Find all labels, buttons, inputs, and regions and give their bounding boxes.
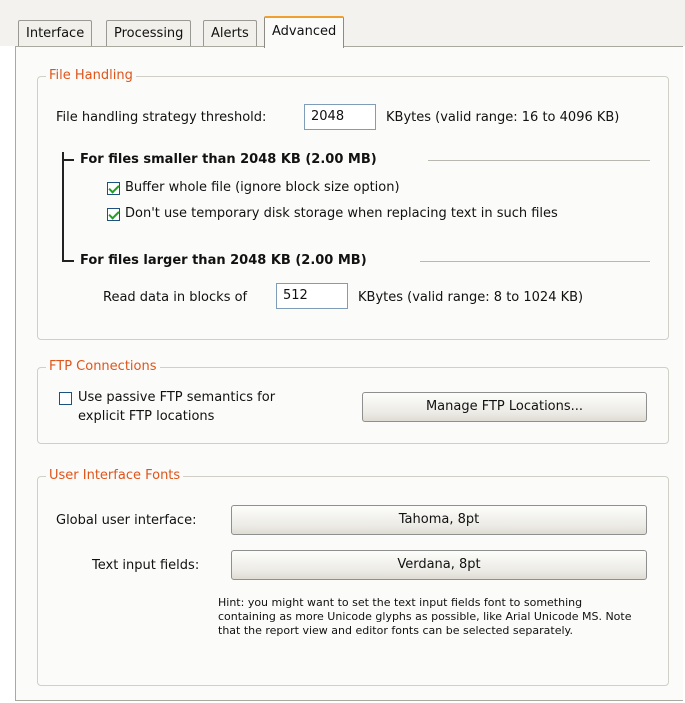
larger-files-heading: For files larger than 2048 KB (2.00 MB) [80, 253, 367, 268]
tab-processing[interactable]: Processing [106, 20, 192, 47]
threshold-input[interactable]: 2048 [304, 104, 376, 130]
bracket-tick-larger [62, 260, 74, 262]
passive-ftp-label-line1: Use passive FTP semantics for [78, 390, 276, 405]
passive-ftp-label-line2: explicit FTP locations [78, 409, 215, 424]
tab-advanced[interactable]: Advanced [264, 16, 345, 48]
threshold-label: File handling strategy threshold: [56, 110, 267, 125]
larger-heading-rule [420, 261, 650, 262]
no-temp-storage-label: Don't use temporary disk storage when re… [125, 206, 558, 221]
text-input-font-button[interactable]: Verdana, 8pt [231, 550, 647, 580]
passive-ftp-checkbox[interactable] [59, 392, 72, 405]
file-handling-title: File Handling [46, 67, 136, 85]
font-hint-text: Hint: you might want to set the text inp… [218, 596, 632, 637]
tab-alerts[interactable]: Alerts [203, 20, 257, 47]
global-ui-font-label: Global user interface: [56, 513, 197, 528]
manage-ftp-locations-button[interactable]: Manage FTP Locations... [362, 392, 647, 422]
smaller-files-heading: For files smaller than 2048 KB (2.00 MB) [80, 152, 377, 167]
buffer-whole-file-label: Buffer whole file (ignore block size opt… [125, 180, 400, 195]
bracket-tick-smaller [62, 159, 74, 161]
smaller-heading-rule [428, 160, 650, 161]
ftp-connections-title: FTP Connections [46, 358, 160, 376]
tab-interface[interactable]: Interface [18, 20, 93, 47]
buffer-whole-file-checkbox[interactable] [107, 182, 120, 195]
text-input-font-label: Text input fields: [92, 558, 200, 573]
block-size-label: Read data in blocks of [103, 290, 248, 305]
threshold-range-hint: KBytes (valid range: 16 to 4096 KB) [386, 110, 620, 125]
block-size-input[interactable]: 512 [276, 283, 348, 309]
bracket-line [62, 152, 64, 262]
block-size-range-hint: KBytes (valid range: 8 to 1024 KB) [358, 290, 584, 305]
user-interface-fonts-title: User Interface Fonts [46, 467, 184, 485]
global-ui-font-button[interactable]: Tahoma, 8pt [231, 505, 647, 535]
no-temp-storage-checkbox[interactable] [107, 208, 120, 221]
